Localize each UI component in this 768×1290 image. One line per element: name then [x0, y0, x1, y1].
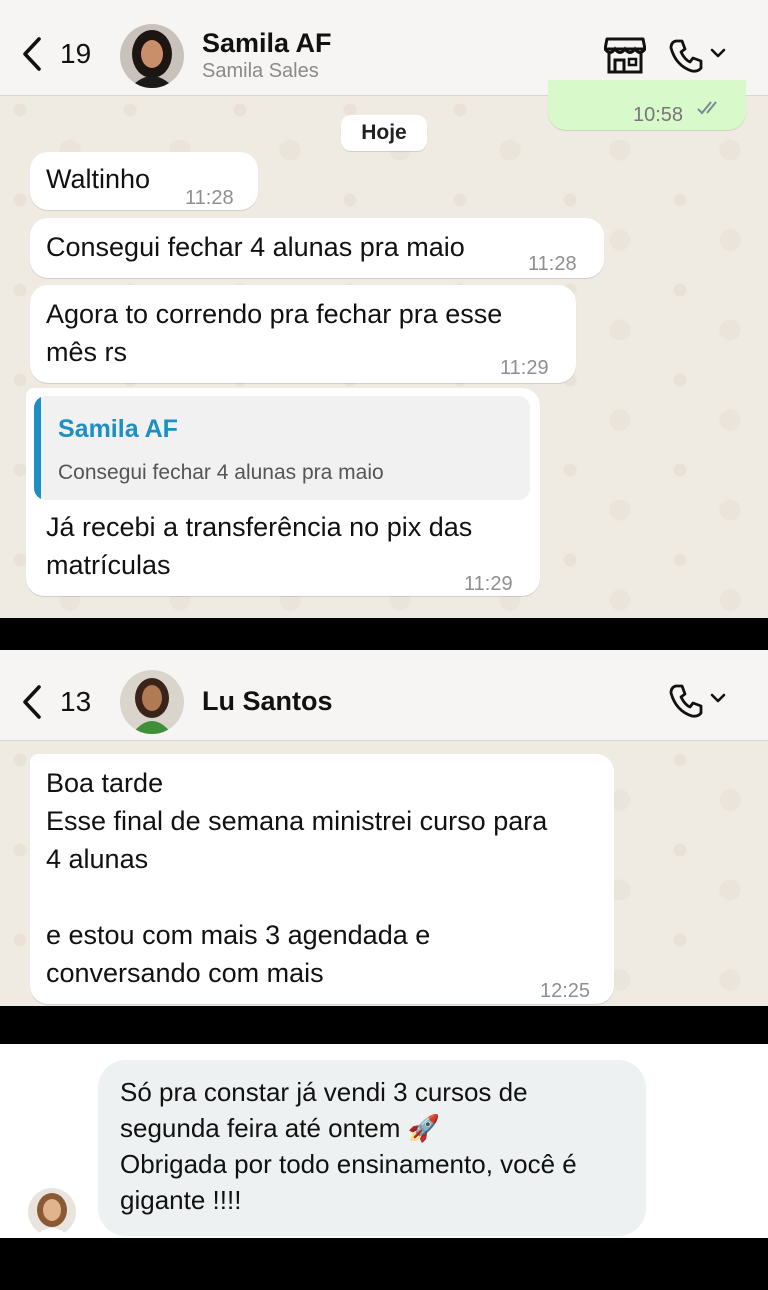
incoming-message[interactable]: Agora to correndo pra fechar pra esse mê…: [30, 285, 576, 383]
read-ticks-icon: [697, 101, 717, 115]
chat-panel-lu-santos: 13 Lu Santos Boa tarde Esse final de sem…: [0, 650, 768, 1006]
incoming-message[interactable]: Consegui fechar 4 alunas pra maio 11:28: [30, 218, 604, 278]
comment-panel: Só pra constar já vendi 3 cursos de segu…: [0, 1044, 768, 1238]
avatar[interactable]: [120, 24, 184, 88]
quoted-author: Samila AF: [58, 415, 178, 443]
contact-subtitle: Samila Sales: [202, 60, 319, 82]
message-time: 11:28: [185, 187, 234, 209]
message-time: 12:25: [540, 980, 591, 1002]
quoted-message[interactable]: Samila AF Consegui fechar 4 alunas pra m…: [34, 396, 530, 500]
quoted-text: Consegui fechar 4 alunas pra maio: [58, 461, 384, 484]
avatar[interactable]: [120, 670, 184, 734]
contact-name[interactable]: Lu Santos: [202, 686, 333, 717]
message-text: Consegui fechar 4 alunas pra maio: [46, 232, 465, 262]
chevron-down-icon[interactable]: [710, 693, 726, 705]
incoming-reply-message[interactable]: Samila AF Consegui fechar 4 alunas pra m…: [26, 388, 540, 596]
comment-text: Só pra constar já vendi 3 cursos de segu…: [120, 1077, 577, 1215]
message-time: 10:58: [633, 104, 684, 126]
chat-header: 13 Lu Santos: [0, 650, 768, 741]
message-text: Agora to correndo pra fechar pra esse mê…: [46, 299, 503, 367]
chevron-left-icon[interactable]: [20, 36, 44, 72]
incoming-message[interactable]: Waltinho 11:28: [30, 152, 258, 210]
message-time: 11:28: [528, 253, 577, 275]
message-text: Boa tarde Esse final de semana ministrei…: [46, 768, 548, 988]
message-time: 11:29: [500, 357, 549, 379]
unread-count[interactable]: 13: [60, 686, 91, 718]
avatar[interactable]: [28, 1188, 76, 1236]
chevron-down-icon[interactable]: [710, 48, 726, 60]
unread-count[interactable]: 19: [60, 38, 91, 70]
message-time: 11:29: [464, 573, 513, 595]
comment-bubble[interactable]: Só pra constar já vendi 3 cursos de segu…: [98, 1060, 646, 1236]
day-separator: Hoje: [341, 115, 427, 151]
phone-icon[interactable]: [668, 683, 704, 719]
message-text: Waltinho: [46, 164, 151, 194]
contact-name[interactable]: Samila AF: [202, 28, 332, 59]
incoming-message[interactable]: Boa tarde Esse final de semana ministrei…: [30, 754, 614, 1004]
message-text: Já recebi a transferência no pix das mat…: [46, 512, 473, 580]
phone-icon[interactable]: [668, 38, 704, 74]
chat-panel-samila: 19 Samila AF Samila Sales 10:58 Hoje Wal…: [0, 0, 768, 618]
outgoing-message[interactable]: 10:58: [548, 80, 746, 130]
store-icon[interactable]: [604, 36, 646, 74]
quote-accent-bar: [34, 396, 41, 500]
chevron-left-icon[interactable]: [20, 684, 44, 720]
